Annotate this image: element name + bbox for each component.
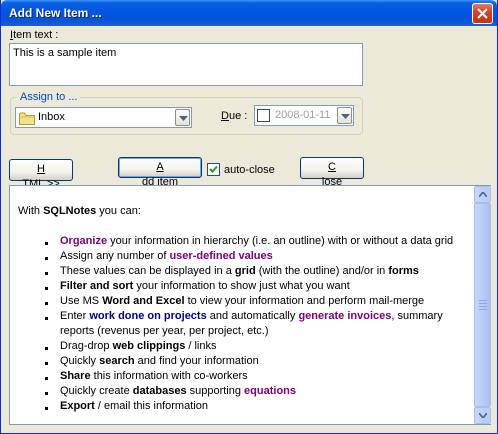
vertical-scrollbar[interactable] — [474, 186, 491, 424]
close-icon — [477, 8, 488, 19]
feature-item: Filter and sort your information to show… — [18, 279, 468, 294]
grip-line — [479, 309, 487, 310]
window-close-button[interactable] — [472, 3, 493, 24]
grip-line — [479, 303, 487, 304]
feature-text: / links — [185, 340, 217, 352]
feature-text: user-defined values — [169, 250, 273, 262]
feature-item: Enter work done on projects and automati… — [18, 309, 468, 339]
chevron-down-icon — [179, 116, 188, 121]
feature-text: and find your information — [134, 355, 259, 367]
feature-text: Filter and sort — [60, 280, 134, 292]
due-date-value: 2008-01-11 — [275, 109, 331, 121]
chevron-down-icon — [341, 114, 350, 119]
feature-item: Export / email this information — [18, 399, 468, 414]
auto-close-label[interactable]: auto-close — [224, 164, 275, 176]
add-item-button-label: Add item — [141, 161, 179, 188]
feature-item: Organize your information in hierarchy (… — [18, 234, 468, 249]
feature-text: supporting — [186, 385, 245, 397]
feature-text: equations — [244, 385, 296, 397]
due-date-checkbox[interactable] — [257, 109, 270, 122]
feature-text: to view your information and perform mai… — [184, 295, 425, 307]
item-text-value: This is a sample item — [13, 47, 117, 59]
window-title: Add New Item ... — [9, 6, 102, 20]
intro-prefix: With — [18, 205, 44, 217]
feature-text: work done on projects — [89, 310, 207, 322]
auto-close-checkbox[interactable] — [207, 163, 220, 176]
feature-item: These values can be displayed in a grid … — [18, 264, 468, 279]
due-date-picker[interactable]: 2008-01-11 — [254, 105, 354, 126]
feature-text: web clippings — [112, 340, 186, 352]
checkmark-icon — [209, 165, 218, 173]
feature-text: Use MS — [60, 295, 103, 307]
feature-item: Assign any number of user-defined values — [18, 249, 468, 264]
scroll-down-button[interactable] — [474, 407, 491, 424]
add-item-button[interactable]: Add item — [118, 157, 202, 188]
feature-text: this information with co-workers — [90, 370, 248, 382]
feature-text: your information in hierarchy (i.e. an o… — [107, 235, 454, 247]
feature-text: Quickly create — [60, 385, 133, 397]
intro-line: With SQLNotes you can: — [18, 204, 468, 219]
item-text-input[interactable]: This is a sample item — [9, 43, 363, 86]
html-toggle-button[interactable]: H TML >> — [9, 159, 73, 190]
feature-text: Share — [60, 370, 91, 382]
intro-suffix: you can: — [96, 205, 141, 217]
feature-text: grid — [234, 265, 256, 277]
grip-line — [479, 306, 487, 307]
description-content: With SQLNotes you can: Organize your inf… — [18, 204, 468, 414]
folder-value: Inbox — [38, 111, 65, 123]
feature-item: Quickly search and find your information — [18, 354, 468, 369]
due-date-dropdown-arrow[interactable] — [337, 107, 352, 124]
close-button[interactable]: Close — [300, 157, 364, 188]
feature-text: Word and Excel — [102, 295, 185, 307]
feature-text: These values can be displayed in a — [60, 265, 235, 277]
close-button-label: Close — [321, 161, 343, 188]
scroll-thumb[interactable] — [474, 203, 491, 407]
feature-text: / email this information — [94, 400, 208, 412]
feature-text: your information to show just what you w… — [133, 280, 350, 292]
add-new-item-dialog: Add New Item ... Item text : This is a s… — [0, 0, 498, 434]
feature-item: Quickly create databases supporting equa… — [18, 384, 468, 399]
feature-item: Drag-drop web clippings / links — [18, 339, 468, 354]
chevron-down-icon — [479, 413, 487, 418]
due-label: Due : — [221, 110, 248, 122]
feature-text: Organize — [60, 235, 108, 247]
folder-icon — [19, 112, 35, 125]
feature-text: Drag-drop — [60, 340, 113, 352]
feature-text: Assign any number of — [60, 250, 170, 262]
feature-text: Enter — [60, 310, 90, 322]
feature-list: Organize your information in hierarchy (… — [18, 234, 468, 414]
chevron-up-icon — [479, 192, 487, 197]
assign-group-label: Assign to ... — [17, 91, 81, 103]
description-pane[interactable]: With SQLNotes you can: Organize your inf… — [9, 185, 491, 425]
folder-select[interactable]: Inbox — [15, 107, 192, 128]
feature-text: search — [99, 355, 135, 367]
feature-text: and automatically — [206, 310, 299, 322]
scroll-up-button[interactable] — [474, 186, 491, 203]
feature-text: generate invoices — [298, 310, 392, 322]
feature-item: Use MS Word and Excel to view your infor… — [18, 294, 468, 309]
intro-brand: SQLNotes — [43, 205, 97, 217]
feature-text: forms — [388, 265, 419, 277]
folder-dropdown-arrow[interactable] — [175, 109, 190, 126]
item-text-label: Item text : — [10, 29, 59, 41]
feature-text: databases — [132, 385, 187, 397]
grip-line — [479, 300, 487, 301]
title-bar[interactable]: Add New Item ... — [1, 0, 497, 26]
feature-text: Export — [60, 400, 95, 412]
feature-text: Quickly — [60, 355, 100, 367]
feature-item: Share this information with co-workers — [18, 369, 468, 384]
feature-text: (with the outline) and/or in — [255, 265, 389, 277]
